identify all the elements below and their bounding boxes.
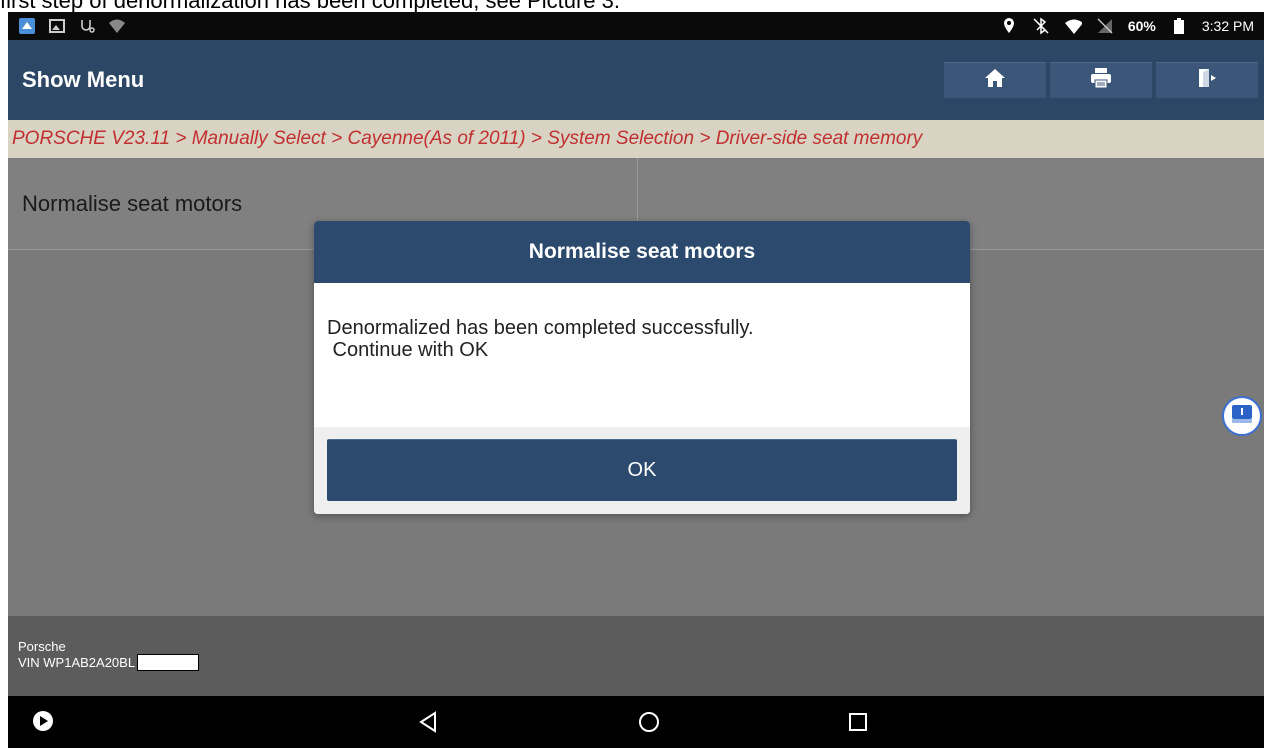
- status-bar: 60% 3:32 PM: [8, 12, 1264, 40]
- back-triangle-icon: [418, 711, 438, 738]
- breadcrumb: PORSCHE V23.11 > Manually Select > Cayen…: [8, 120, 1264, 158]
- recents-button[interactable]: [848, 712, 868, 737]
- dialog-message-line-1: Denormalized has been completed successf…: [327, 317, 754, 339]
- stethoscope-icon: [78, 17, 96, 35]
- dialog-title: Normalise seat motors: [314, 221, 970, 283]
- wifi-icon: [1064, 17, 1082, 35]
- dialog-message-line-2: Continue with OK: [327, 339, 489, 361]
- app-shortcut-button[interactable]: [32, 710, 54, 737]
- android-nav-bar: [8, 696, 1264, 748]
- menu-item-label: Normalise seat motors: [22, 191, 243, 216]
- play-circle-icon: [32, 710, 54, 737]
- vehicle-info-footer: Porsche VIN WP1AB2A20BL: [8, 616, 1264, 696]
- info-download-icon: [1231, 404, 1253, 429]
- print-button[interactable]: [1050, 62, 1152, 98]
- home-icon: [984, 68, 1006, 93]
- vehicle-vin: VIN WP1AB2A20BL: [18, 654, 136, 670]
- ok-button[interactable]: OK: [327, 439, 957, 501]
- home-circle-icon: [638, 711, 660, 738]
- bluetooth-off-icon: [1032, 17, 1050, 35]
- recents-square-icon: [848, 712, 868, 737]
- battery-icon: [1170, 17, 1188, 35]
- vehicle-make: Porsche: [18, 639, 66, 654]
- wifi-unknown-icon: [108, 17, 126, 35]
- exit-icon: [1196, 67, 1218, 94]
- location-icon: [1000, 17, 1018, 35]
- battery-percent: 60%: [1127, 18, 1156, 34]
- no-sim-icon: [1096, 17, 1114, 35]
- document-caption: first step of denormalization has been c…: [0, 0, 1264, 12]
- back-button[interactable]: [418, 711, 438, 738]
- message-dialog: Normalise seat motors Denormalized has b…: [314, 221, 970, 514]
- dialog-message: Denormalized has been completed successf…: [314, 283, 970, 427]
- app-icon: [18, 17, 36, 35]
- exit-button[interactable]: [1156, 62, 1258, 98]
- home-nav-button[interactable]: [638, 711, 660, 738]
- app-bar: Show Menu: [8, 40, 1264, 120]
- floating-shortcut-button[interactable]: [1222, 396, 1262, 436]
- image-icon: [48, 17, 66, 35]
- home-button[interactable]: [944, 62, 1046, 98]
- tablet-screen: 60% 3:32 PM Show Menu PORSCHE V23.11 > M…: [8, 12, 1264, 748]
- clock: 3:32 PM: [1201, 18, 1254, 34]
- print-icon: [1090, 67, 1112, 94]
- vin-redaction: [137, 654, 200, 671]
- dialog-footer: OK: [314, 427, 970, 514]
- page-title: Show Menu: [22, 67, 145, 92]
